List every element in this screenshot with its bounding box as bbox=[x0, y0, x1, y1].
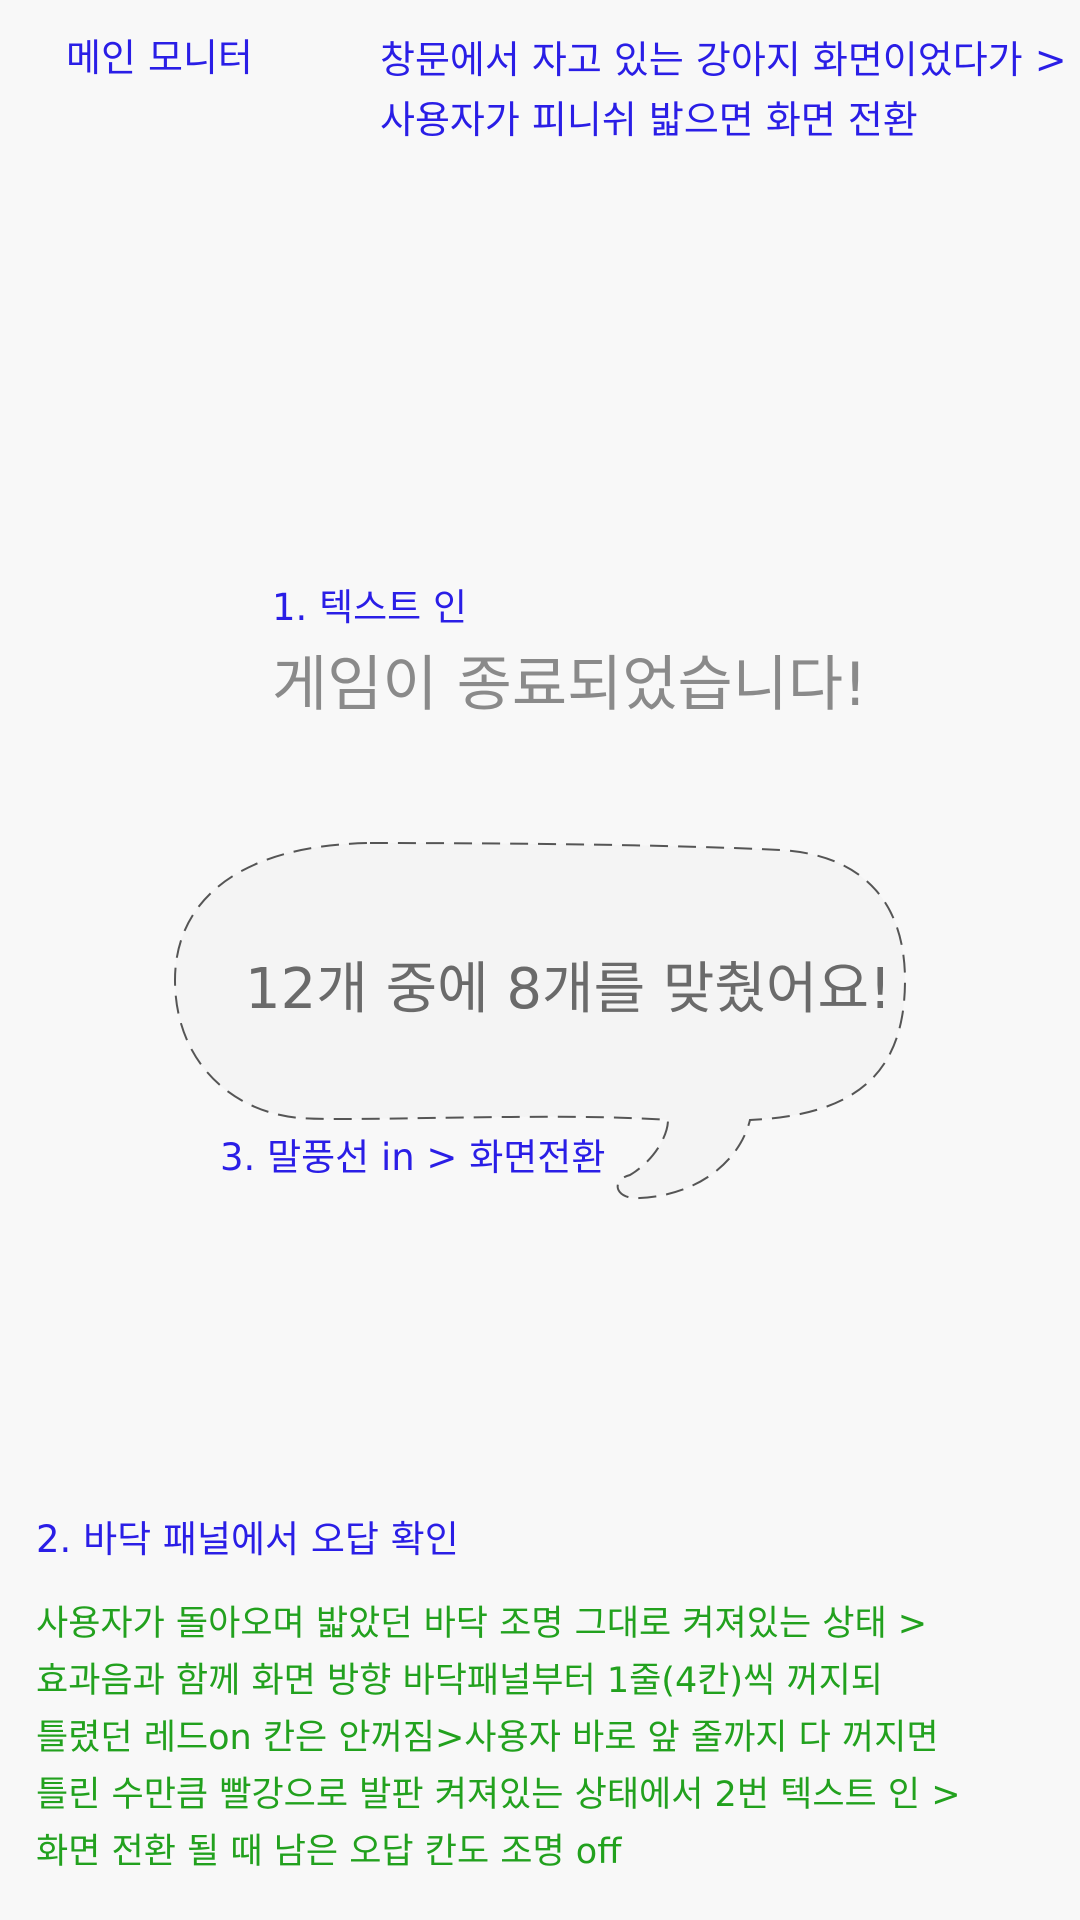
floor-note-line: 틀렸던 레드on 칸은 안꺼짐>사용자 바로 앞 줄까지 다 꺼지면 bbox=[36, 1718, 939, 1758]
floor-note-line: 사용자가 돌아오며 밟았던 바닥 조명 그대로 켜져있는 상태 > bbox=[36, 1604, 928, 1644]
step3-label: 3. 말풍선 in > 화면전환 bbox=[220, 1136, 606, 1179]
floor-panel-notes: 사용자가 돌아오며 밟았던 바닥 조명 그대로 켜져있는 상태 > 효과음과 함… bbox=[36, 1596, 961, 1881]
floor-note-line: 화면 전환 될 때 남은 오답 칸도 조명 off bbox=[36, 1832, 622, 1872]
floor-note-line: 효과음과 함께 화면 방향 바닥패널부터 1줄(4칸)씩 꺼지되 bbox=[36, 1661, 884, 1701]
bubble-score-text: 12개 중에 8개를 맞췄어요! bbox=[245, 957, 892, 1022]
step2-label: 2. 바닥 패널에서 오답 확인 bbox=[36, 1518, 459, 1561]
floor-note-line: 틀린 수만큼 빨강으로 발판 켜져있는 상태에서 2번 텍스트 인 > bbox=[36, 1775, 961, 1815]
